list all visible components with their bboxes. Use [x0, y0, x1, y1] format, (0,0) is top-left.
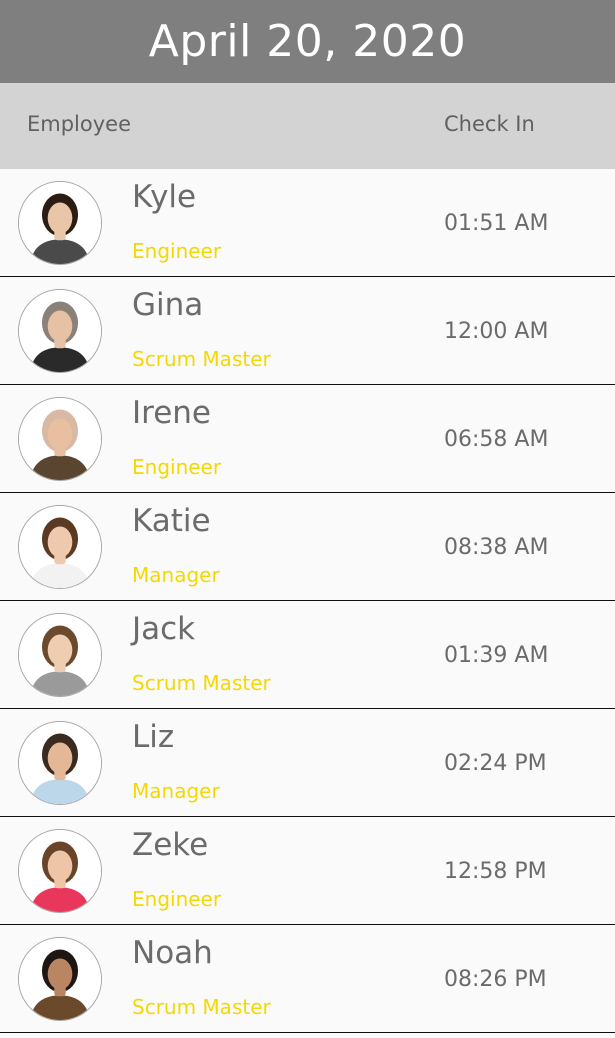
list-item[interactable]: Liz Manager 02:24 PM [0, 709, 615, 817]
employee-role: Manager [132, 779, 220, 803]
employee-role: Engineer [132, 455, 222, 479]
employee-role: Manager [132, 563, 220, 587]
employee-role: Engineer [132, 239, 222, 263]
person-photo-icon [19, 506, 101, 588]
avatar [18, 505, 102, 589]
person-photo-icon [19, 722, 101, 804]
employee-name: Noah [132, 935, 213, 971]
check-in-time: 02:24 PM [444, 751, 547, 776]
avatar [18, 829, 102, 913]
employee-list: Kyle Engineer 01:51 AM Gina Scrum Master… [0, 169, 615, 1033]
list-item[interactable]: Gina Scrum Master 12:00 AM [0, 277, 615, 385]
avatar [18, 397, 102, 481]
avatar [18, 613, 102, 697]
column-header-check-in: Check In [444, 112, 535, 136]
list-item[interactable]: Katie Manager 08:38 AM [0, 493, 615, 601]
list-item[interactable]: Irene Engineer 06:58 AM [0, 385, 615, 493]
employee-role: Engineer [132, 887, 222, 911]
employee-checkin-screen: April 20, 2020 Employee Check In Kyle En… [0, 0, 615, 1038]
employee-name: Jack [132, 611, 196, 647]
check-in-time: 12:00 AM [444, 319, 549, 344]
avatar [18, 181, 102, 265]
column-header-employee: Employee [27, 112, 132, 136]
avatar [18, 721, 102, 805]
date-header-bar: April 20, 2020 [0, 0, 615, 83]
employee-role: Scrum Master [132, 671, 271, 695]
person-photo-icon [19, 830, 101, 912]
employee-name: Gina [132, 287, 204, 323]
employee-role: Scrum Master [132, 347, 271, 371]
list-item[interactable]: Jack Scrum Master 01:39 AM [0, 601, 615, 709]
employee-name: Kyle [132, 179, 197, 215]
employee-name: Katie [132, 503, 211, 539]
list-item[interactable]: Kyle Engineer 01:51 AM [0, 169, 615, 277]
person-photo-icon [19, 290, 101, 372]
person-photo-icon [19, 614, 101, 696]
check-in-time: 06:58 AM [444, 427, 549, 452]
check-in-time: 01:51 AM [444, 211, 549, 236]
list-item[interactable]: Noah Scrum Master 08:26 PM [0, 925, 615, 1033]
employee-name: Liz [132, 719, 175, 755]
avatar [18, 289, 102, 373]
check-in-time: 12:58 PM [444, 859, 547, 884]
employee-role: Scrum Master [132, 995, 271, 1019]
list-item[interactable]: Zeke Engineer 12:58 PM [0, 817, 615, 925]
employee-name: Irene [132, 395, 211, 431]
person-photo-icon [19, 182, 101, 264]
check-in-time: 01:39 AM [444, 643, 549, 668]
check-in-time: 08:26 PM [444, 967, 547, 992]
column-header-row: Employee Check In [0, 83, 615, 169]
avatar [18, 937, 102, 1021]
person-photo-icon [19, 938, 101, 1020]
check-in-time: 08:38 AM [444, 535, 549, 560]
employee-name: Zeke [132, 827, 209, 863]
person-photo-icon [19, 398, 101, 480]
page-title: April 20, 2020 [148, 16, 467, 67]
